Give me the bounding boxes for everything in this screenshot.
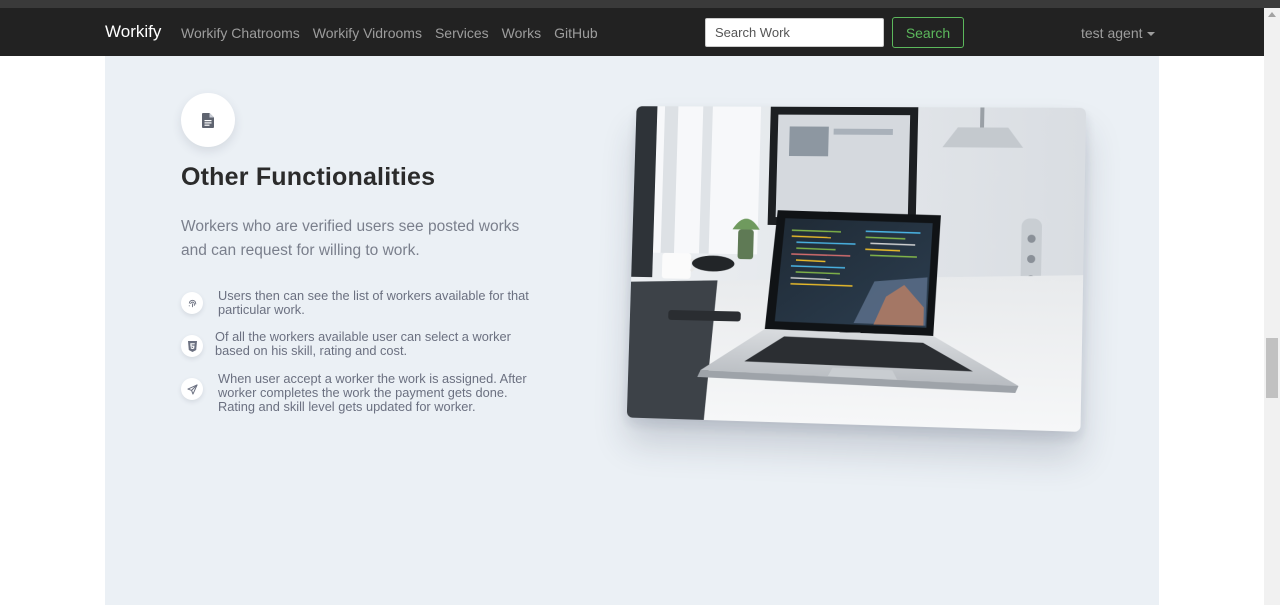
user-name: test agent xyxy=(1081,25,1143,41)
feature-list: Users then can see the list of workers a… xyxy=(181,289,541,414)
list-item: Users then can see the list of workers a… xyxy=(181,289,541,317)
features-section: Other Functionalities Workers who are ve… xyxy=(105,56,1159,605)
brand-link[interactable]: Workify xyxy=(105,22,161,42)
scroll-up-arrow-icon[interactable] xyxy=(1268,12,1276,17)
nav-link-vidrooms[interactable]: Workify Vidrooms xyxy=(313,25,422,41)
fingerprint-icon xyxy=(181,292,203,314)
search-input[interactable] xyxy=(705,18,884,47)
paper-plane-icon xyxy=(181,378,203,400)
nav-link-works[interactable]: Works xyxy=(502,25,541,41)
page-scrollbar[interactable] xyxy=(1264,8,1280,605)
feature-text: When user accept a worker the work is as… xyxy=(218,371,527,414)
nav-links: Workify Chatrooms Workify Vidrooms Servi… xyxy=(181,25,598,41)
section-lead: Workers who are verified users see poste… xyxy=(181,218,520,259)
nav-link-github[interactable]: GitHub xyxy=(554,25,598,41)
top-navbar: Workify Workify Chatrooms Workify Vidroo… xyxy=(0,8,1264,56)
browser-top-strip xyxy=(0,0,1280,8)
nav-link-services[interactable]: Services xyxy=(435,25,489,41)
caret-down-icon xyxy=(1146,32,1155,36)
nav-link-chatrooms[interactable]: Workify Chatrooms xyxy=(181,25,300,41)
scrollbar-thumb[interactable] xyxy=(1266,338,1278,398)
user-menu-dropdown[interactable]: test agent xyxy=(1081,25,1155,41)
feature-text: Users then can see the list of workers a… xyxy=(218,288,529,317)
feature-text: Of all the workers available user can se… xyxy=(215,329,511,358)
list-item: Of all the workers available user can se… xyxy=(181,330,541,358)
list-item: When user accept a worker the work is as… xyxy=(181,372,541,414)
search-button[interactable]: Search xyxy=(892,17,964,48)
section-title: Other Functionalities xyxy=(181,163,436,191)
document-icon xyxy=(202,112,214,128)
section-icon-circle xyxy=(181,93,235,147)
html5-shield-icon xyxy=(181,335,203,357)
laptop-on-desk-photo xyxy=(626,106,1087,432)
